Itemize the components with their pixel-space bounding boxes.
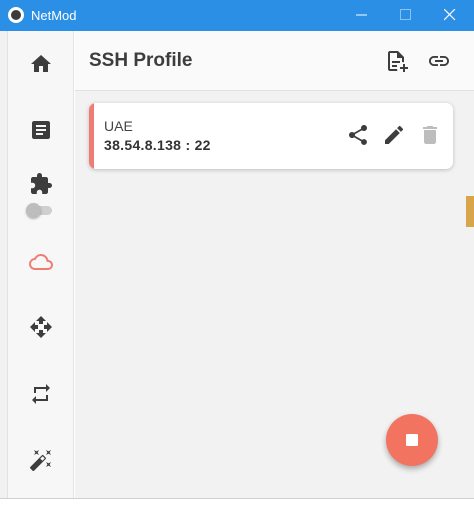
edit-profile-button[interactable] <box>382 123 406 147</box>
window-title: NetMod <box>31 8 77 23</box>
app-logo-icon <box>8 7 24 23</box>
maximize-icon <box>400 9 411 20</box>
link-icon <box>429 56 449 66</box>
window-bottom-edge <box>0 498 474 511</box>
sidebar <box>8 31 74 498</box>
stop-icon <box>406 434 418 446</box>
toggle-knob <box>26 203 41 218</box>
sidebar-item-ssh-profile[interactable] <box>29 250 53 274</box>
edit-icon <box>385 125 404 144</box>
import-link-button[interactable] <box>427 49 453 75</box>
title-bar: NetMod <box>0 0 474 31</box>
magic-wand-icon <box>29 450 51 472</box>
delete-profile-button[interactable] <box>418 123 442 147</box>
sidebar-item-logs[interactable] <box>29 118 53 142</box>
article-icon <box>32 121 50 139</box>
repeat-icon <box>32 384 50 404</box>
sidebar-item-home[interactable] <box>29 52 53 76</box>
window-left-edge <box>0 31 8 511</box>
page-title: SSH Profile <box>89 50 193 71</box>
share-profile-button[interactable] <box>346 123 370 147</box>
share-icon <box>348 125 368 145</box>
stop-button[interactable] <box>386 414 438 466</box>
sidebar-item-extensions[interactable] <box>29 172 53 196</box>
app-window: NetMod SSH Profile UAE 38.54.8.138: 22 <box>0 0 474 511</box>
extensions-toggle[interactable] <box>26 203 54 218</box>
page-header: SSH Profile <box>75 31 474 91</box>
maximize-button[interactable] <box>384 0 428 31</box>
sidebar-item-move[interactable] <box>29 315 53 339</box>
cloud-icon <box>29 254 53 270</box>
sidebar-item-repeat[interactable] <box>29 382 53 406</box>
puzzle-icon <box>31 173 52 194</box>
home-icon <box>31 55 51 72</box>
profile-address: 38.54.8.138 : 22 <box>104 137 211 153</box>
add-profile-button[interactable] <box>384 49 410 75</box>
ssh-profile-card[interactable]: UAE 38.54.8.138 : 22 <box>89 103 453 169</box>
close-button[interactable] <box>428 0 472 31</box>
minimize-button[interactable] <box>340 0 384 31</box>
add-file-icon <box>388 51 408 72</box>
minimize-icon <box>356 14 367 16</box>
profile-name: UAE <box>104 118 133 134</box>
card-accent-bar <box>89 103 94 169</box>
right-edge-tab[interactable] <box>466 196 474 227</box>
delete-icon <box>423 126 437 144</box>
move-arrows-icon <box>30 316 52 338</box>
close-icon <box>444 9 456 21</box>
sidebar-item-tools[interactable] <box>29 448 53 472</box>
